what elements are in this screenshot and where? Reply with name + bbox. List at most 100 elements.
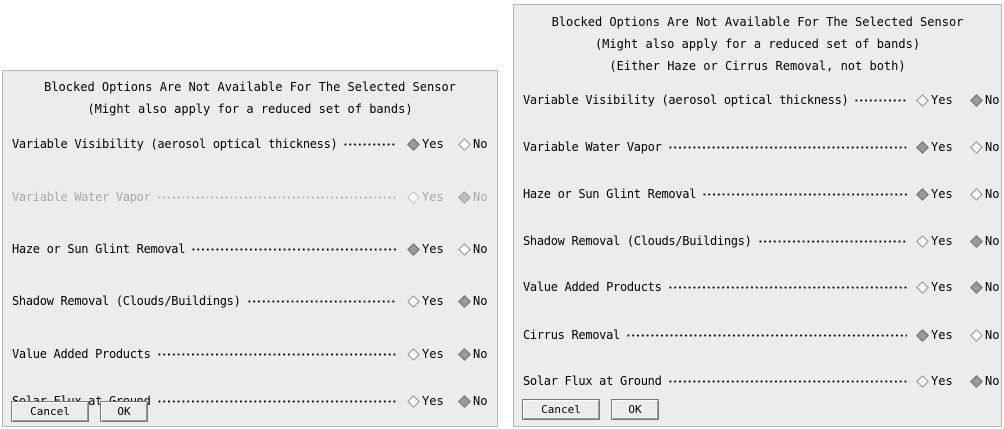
radio-selected-icon [970,234,983,248]
yes-label: Yes [422,347,444,361]
left-dialog: Blocked Options Are Not Available For Th… [2,70,498,427]
radio-unselected-icon [407,190,420,204]
left-option-shadow-removal-clouds-buildings: Shadow Removal (Clouds/Buildings) Yes No [3,291,497,311]
radio-selected-icon [407,137,420,151]
yes-label: Yes [422,394,444,408]
option-label: Variable Visibility (aerosol optical thi… [523,93,849,107]
yes-radio[interactable]: Yes [916,184,953,204]
no-label: No [473,394,488,408]
dot-leader [156,196,396,199]
yes-radio[interactable]: Yes [916,371,953,391]
no-label: No [473,294,488,308]
radio-unselected-icon [458,137,471,151]
radio-selected-icon [458,294,471,308]
radio-selected-icon [916,328,929,342]
yes-radio[interactable]: Yes [407,291,444,311]
left-option-variable-visibility-aerosol-optical-thickness: Variable Visibility (aerosol optical thi… [3,134,497,154]
option-label: Variable Water Vapor [12,190,151,204]
yes-label: Yes [422,242,444,256]
yes-radio[interactable]: Yes [407,134,444,154]
dot-leader [156,400,396,403]
radio-selected-icon [458,394,471,408]
no-label: No [985,187,1000,201]
right-option-value-added-products: Value Added Products Yes No [514,277,1001,297]
option-label: Variable Water Vapor [523,140,662,154]
no-radio[interactable]: No [970,231,999,251]
no-radio[interactable]: No [458,391,487,411]
no-radio[interactable]: No [970,325,999,345]
no-label: No [985,374,1000,388]
no-radio[interactable]: No [458,291,487,311]
radio-selected-icon [916,187,929,201]
yes-radio: Yes [407,187,444,207]
option-label: Value Added Products [523,280,662,294]
no-radio[interactable]: No [970,371,999,391]
option-label: Haze or Sun Glint Removal [12,242,186,256]
yes-label: Yes [422,190,444,204]
left-option-variable-water-vapor: Variable Water Vapor Yes No [3,187,497,207]
dot-leader [702,193,907,196]
radio-selected-icon [458,347,471,361]
radio-unselected-icon [916,374,929,388]
no-label: No [985,328,1000,342]
radio-unselected-icon [407,394,420,408]
option-label: Cirrus Removal [523,328,620,342]
yes-radio[interactable]: Yes [407,344,444,364]
no-radio[interactable]: No [458,344,487,364]
option-label: Haze or Sun Glint Removal [523,187,697,201]
option-label: Solar Flux at Ground [523,374,662,388]
yes-label: Yes [931,140,953,154]
dot-leader [757,240,907,243]
radio-selected-icon [970,93,983,107]
left-header-line-2: (Might also apply for a reduced set of b… [87,102,413,116]
dot-leader [854,99,907,102]
no-radio[interactable]: No [458,134,487,154]
no-radio[interactable]: No [970,277,999,297]
cancel-button[interactable]: Cancel [11,401,89,422]
dot-leader [343,143,396,146]
radio-unselected-icon [407,347,420,361]
no-radio: No [458,187,487,207]
radio-unselected-icon [916,280,929,294]
no-label: No [473,137,488,151]
ok-button[interactable]: OK [611,399,659,420]
ok-button[interactable]: OK [100,401,148,422]
radio-unselected-icon [407,294,420,308]
yes-label: Yes [931,93,953,107]
no-label: No [473,347,488,361]
no-radio[interactable]: No [970,184,999,204]
yes-label: Yes [422,294,444,308]
yes-radio[interactable]: Yes [407,239,444,259]
no-radio[interactable]: No [970,90,999,110]
cancel-button[interactable]: Cancel [522,399,600,420]
yes-label: Yes [931,280,953,294]
radio-unselected-icon [970,187,983,201]
dot-leader [246,300,396,303]
yes-radio[interactable]: Yes [407,391,444,411]
right-dialog: Blocked Options Are Not Available For Th… [513,4,1002,427]
right-option-shadow-removal-clouds-buildings: Shadow Removal (Clouds/Buildings) Yes No [514,231,1001,251]
yes-radio[interactable]: Yes [916,277,953,297]
radio-selected-icon [970,280,983,294]
left-option-value-added-products: Value Added Products Yes No [3,344,497,364]
no-label: No [473,190,488,204]
yes-radio[interactable]: Yes [916,231,953,251]
dot-leader [667,146,907,149]
radio-selected-icon [407,242,420,256]
no-radio[interactable]: No [458,239,487,259]
yes-label: Yes [422,137,444,151]
no-radio[interactable]: No [970,137,999,157]
yes-radio[interactable]: Yes [916,325,953,345]
yes-radio[interactable]: Yes [916,90,953,110]
no-label: No [985,93,1000,107]
right-header-line-3: (Either Haze or Cirrus Removal, not both… [609,59,906,73]
radio-selected-icon [458,190,471,204]
yes-label: Yes [931,234,953,248]
option-label: Shadow Removal (Clouds/Buildings) [523,234,752,248]
radio-unselected-icon [970,140,983,154]
yes-radio[interactable]: Yes [916,137,953,157]
radio-unselected-icon [916,234,929,248]
no-label: No [473,242,488,256]
right-option-variable-visibility-aerosol-optical-thickness: Variable Visibility (aerosol optical thi… [514,90,1001,110]
option-label: Variable Visibility (aerosol optical thi… [12,137,338,151]
